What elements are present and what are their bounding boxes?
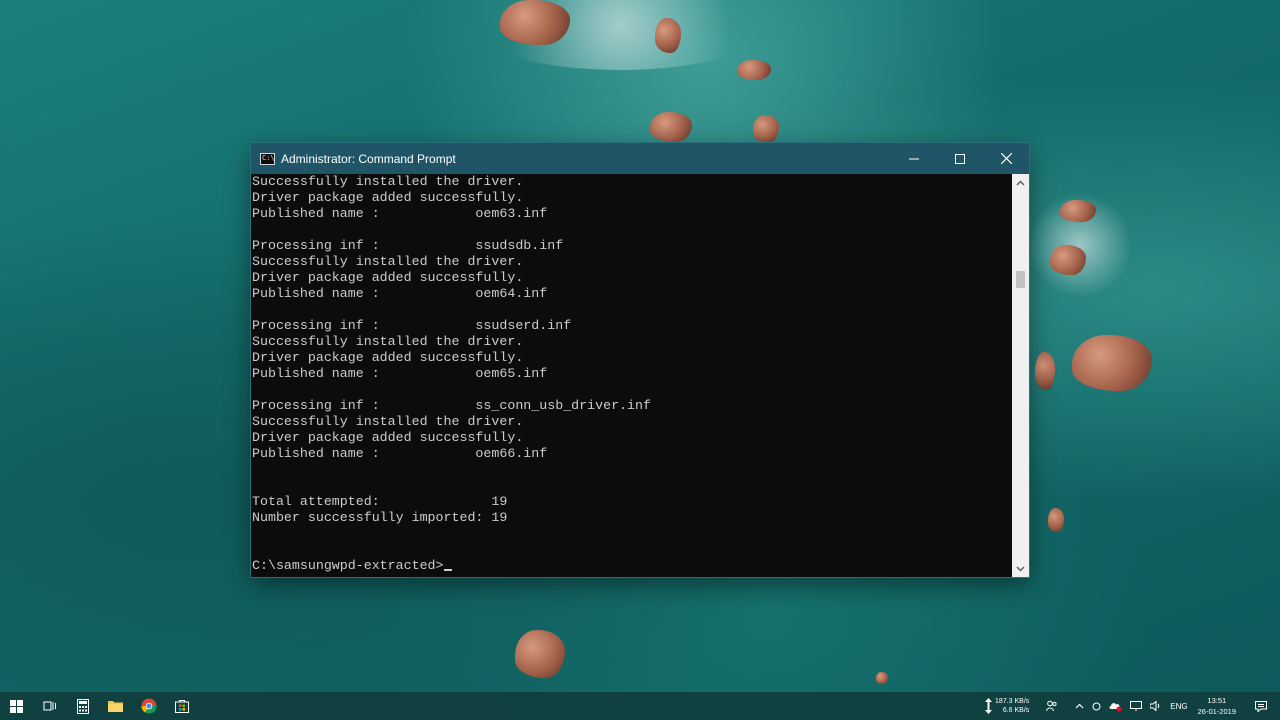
- people-icon: [1046, 700, 1057, 712]
- show-hidden-icons-button[interactable]: [1071, 692, 1088, 720]
- network-speed-meter[interactable]: 187.3 KB/s 6.6 KB/s: [981, 692, 1033, 720]
- calculator-icon: [76, 698, 89, 714]
- console-line: Successfully installed the driver.: [252, 414, 524, 429]
- wallpaper-rock: [1050, 245, 1086, 275]
- console-line: Driver package added successfully.: [252, 270, 524, 285]
- vertical-scrollbar[interactable]: [1012, 174, 1029, 577]
- wallpaper-rock: [650, 112, 692, 142]
- network-icon: [1130, 701, 1143, 711]
- wallpaper-rock: [1060, 200, 1096, 222]
- console-line: Published name : oem63.inf: [252, 206, 548, 221]
- wallpaper-rock: [500, 0, 570, 45]
- maximize-button[interactable]: [937, 143, 983, 174]
- clock-date: 26-01-2019: [1197, 707, 1236, 716]
- taskbar: 187.3 KB/s 6.6 KB/s ENG 13:51 26-01-2019: [0, 692, 1280, 720]
- store-icon: [174, 700, 189, 713]
- command-prompt-window[interactable]: C:\ Administrator: Command Prompt Succes…: [251, 143, 1029, 577]
- console-line: Published name : oem66.inf: [252, 446, 548, 461]
- wallpaper-rock: [515, 630, 565, 678]
- console-line: Number successfully imported: 19: [252, 510, 508, 525]
- file-explorer-icon: [108, 701, 123, 712]
- console-line: Processing inf : ssudsdb.inf: [252, 238, 564, 253]
- onedrive-warning-icon: [1109, 702, 1122, 711]
- scrollbar-thumb[interactable]: [1016, 271, 1025, 288]
- upload-speed: 187.3 KB/s: [995, 698, 1030, 705]
- console-prompt-line[interactable]: C:\samsungwpd-extracted>: [251, 558, 1013, 574]
- people-button[interactable]: [1033, 692, 1071, 720]
- console-line: Successfully installed the driver.: [252, 254, 524, 269]
- wallpaper-rock: [655, 18, 681, 53]
- upload-arrow-icon: [985, 698, 993, 706]
- download-arrow-icon: [985, 706, 993, 714]
- console-line: Successfully installed the driver.: [252, 174, 524, 189]
- console-line: Driver package added successfully.: [252, 190, 524, 205]
- clock[interactable]: 13:51 26-01-2019: [1192, 695, 1242, 717]
- console-line: Published name : oem64.inf: [252, 286, 548, 301]
- task-view-button[interactable]: [33, 692, 66, 720]
- network-button[interactable]: [1126, 692, 1146, 720]
- scroll-up-button[interactable]: [1012, 174, 1029, 191]
- tray-app-button[interactable]: [1088, 692, 1105, 720]
- wallpaper-rock: [753, 115, 779, 143]
- console-line: Processing inf : ss_conn_usb_driver.inf: [252, 398, 651, 413]
- language-indicator[interactable]: ENG: [1166, 692, 1191, 720]
- chevron-down-icon: [1016, 565, 1025, 572]
- taskbar-app-store[interactable]: [165, 692, 198, 720]
- close-icon: [1000, 153, 1012, 164]
- start-button[interactable]: [0, 692, 33, 720]
- action-center-button[interactable]: [1242, 692, 1280, 720]
- close-button[interactable]: [983, 143, 1029, 174]
- volume-icon: [1150, 701, 1160, 711]
- text-cursor: [443, 569, 452, 571]
- command-prompt-text: C:\samsungwpd-extracted>: [252, 558, 444, 573]
- taskbar-app-calculator[interactable]: [66, 692, 99, 720]
- tray-app-icon: [1092, 702, 1101, 710]
- window-title: Administrator: Command Prompt: [281, 151, 456, 166]
- wallpaper-rock: [737, 60, 771, 80]
- chevron-up-icon: [1016, 179, 1025, 186]
- console-line: Successfully installed the driver.: [252, 334, 524, 349]
- task-view-icon: [43, 701, 56, 711]
- console-line: Total attempted: 19: [252, 494, 508, 509]
- wallpaper-rock: [1035, 352, 1055, 390]
- chrome-icon: [141, 698, 156, 714]
- console-output[interactable]: Successfully installed the driver. Driver…: [251, 174, 1013, 577]
- wallpaper-rock: [1048, 508, 1064, 532]
- clock-time: 13:51: [1207, 696, 1227, 705]
- arrow-icons: [985, 698, 993, 714]
- notification-icon: [1255, 700, 1267, 712]
- download-speed: 6.6 KB/s: [1002, 707, 1030, 714]
- wallpaper-rock: [1072, 335, 1152, 391]
- system-tray: 187.3 KB/s 6.6 KB/s ENG 13:51 26-01-2019: [981, 692, 1280, 720]
- taskbar-app-chrome[interactable]: [132, 692, 165, 720]
- console-line: Processing inf : ssudserd.inf: [252, 318, 572, 333]
- cmd-icon[interactable]: C:\: [260, 152, 275, 165]
- chevron-up-icon: [1075, 703, 1084, 709]
- windows-start-icon: [10, 699, 23, 713]
- console-line: Driver package added successfully.: [252, 430, 524, 445]
- minimize-button[interactable]: [891, 143, 937, 174]
- volume-button[interactable]: [1146, 692, 1166, 720]
- console-line: Driver package added successfully.: [252, 350, 524, 365]
- title-bar[interactable]: C:\ Administrator: Command Prompt: [251, 143, 1029, 174]
- maximize-icon: [955, 153, 965, 164]
- wallpaper-rock: [876, 672, 888, 684]
- console-line: Published name : oem65.inf: [252, 366, 548, 381]
- taskbar-app-file-explorer[interactable]: [99, 692, 132, 720]
- minimize-icon: [909, 158, 919, 159]
- security-button[interactable]: [1105, 692, 1126, 720]
- scroll-down-button[interactable]: [1012, 560, 1029, 577]
